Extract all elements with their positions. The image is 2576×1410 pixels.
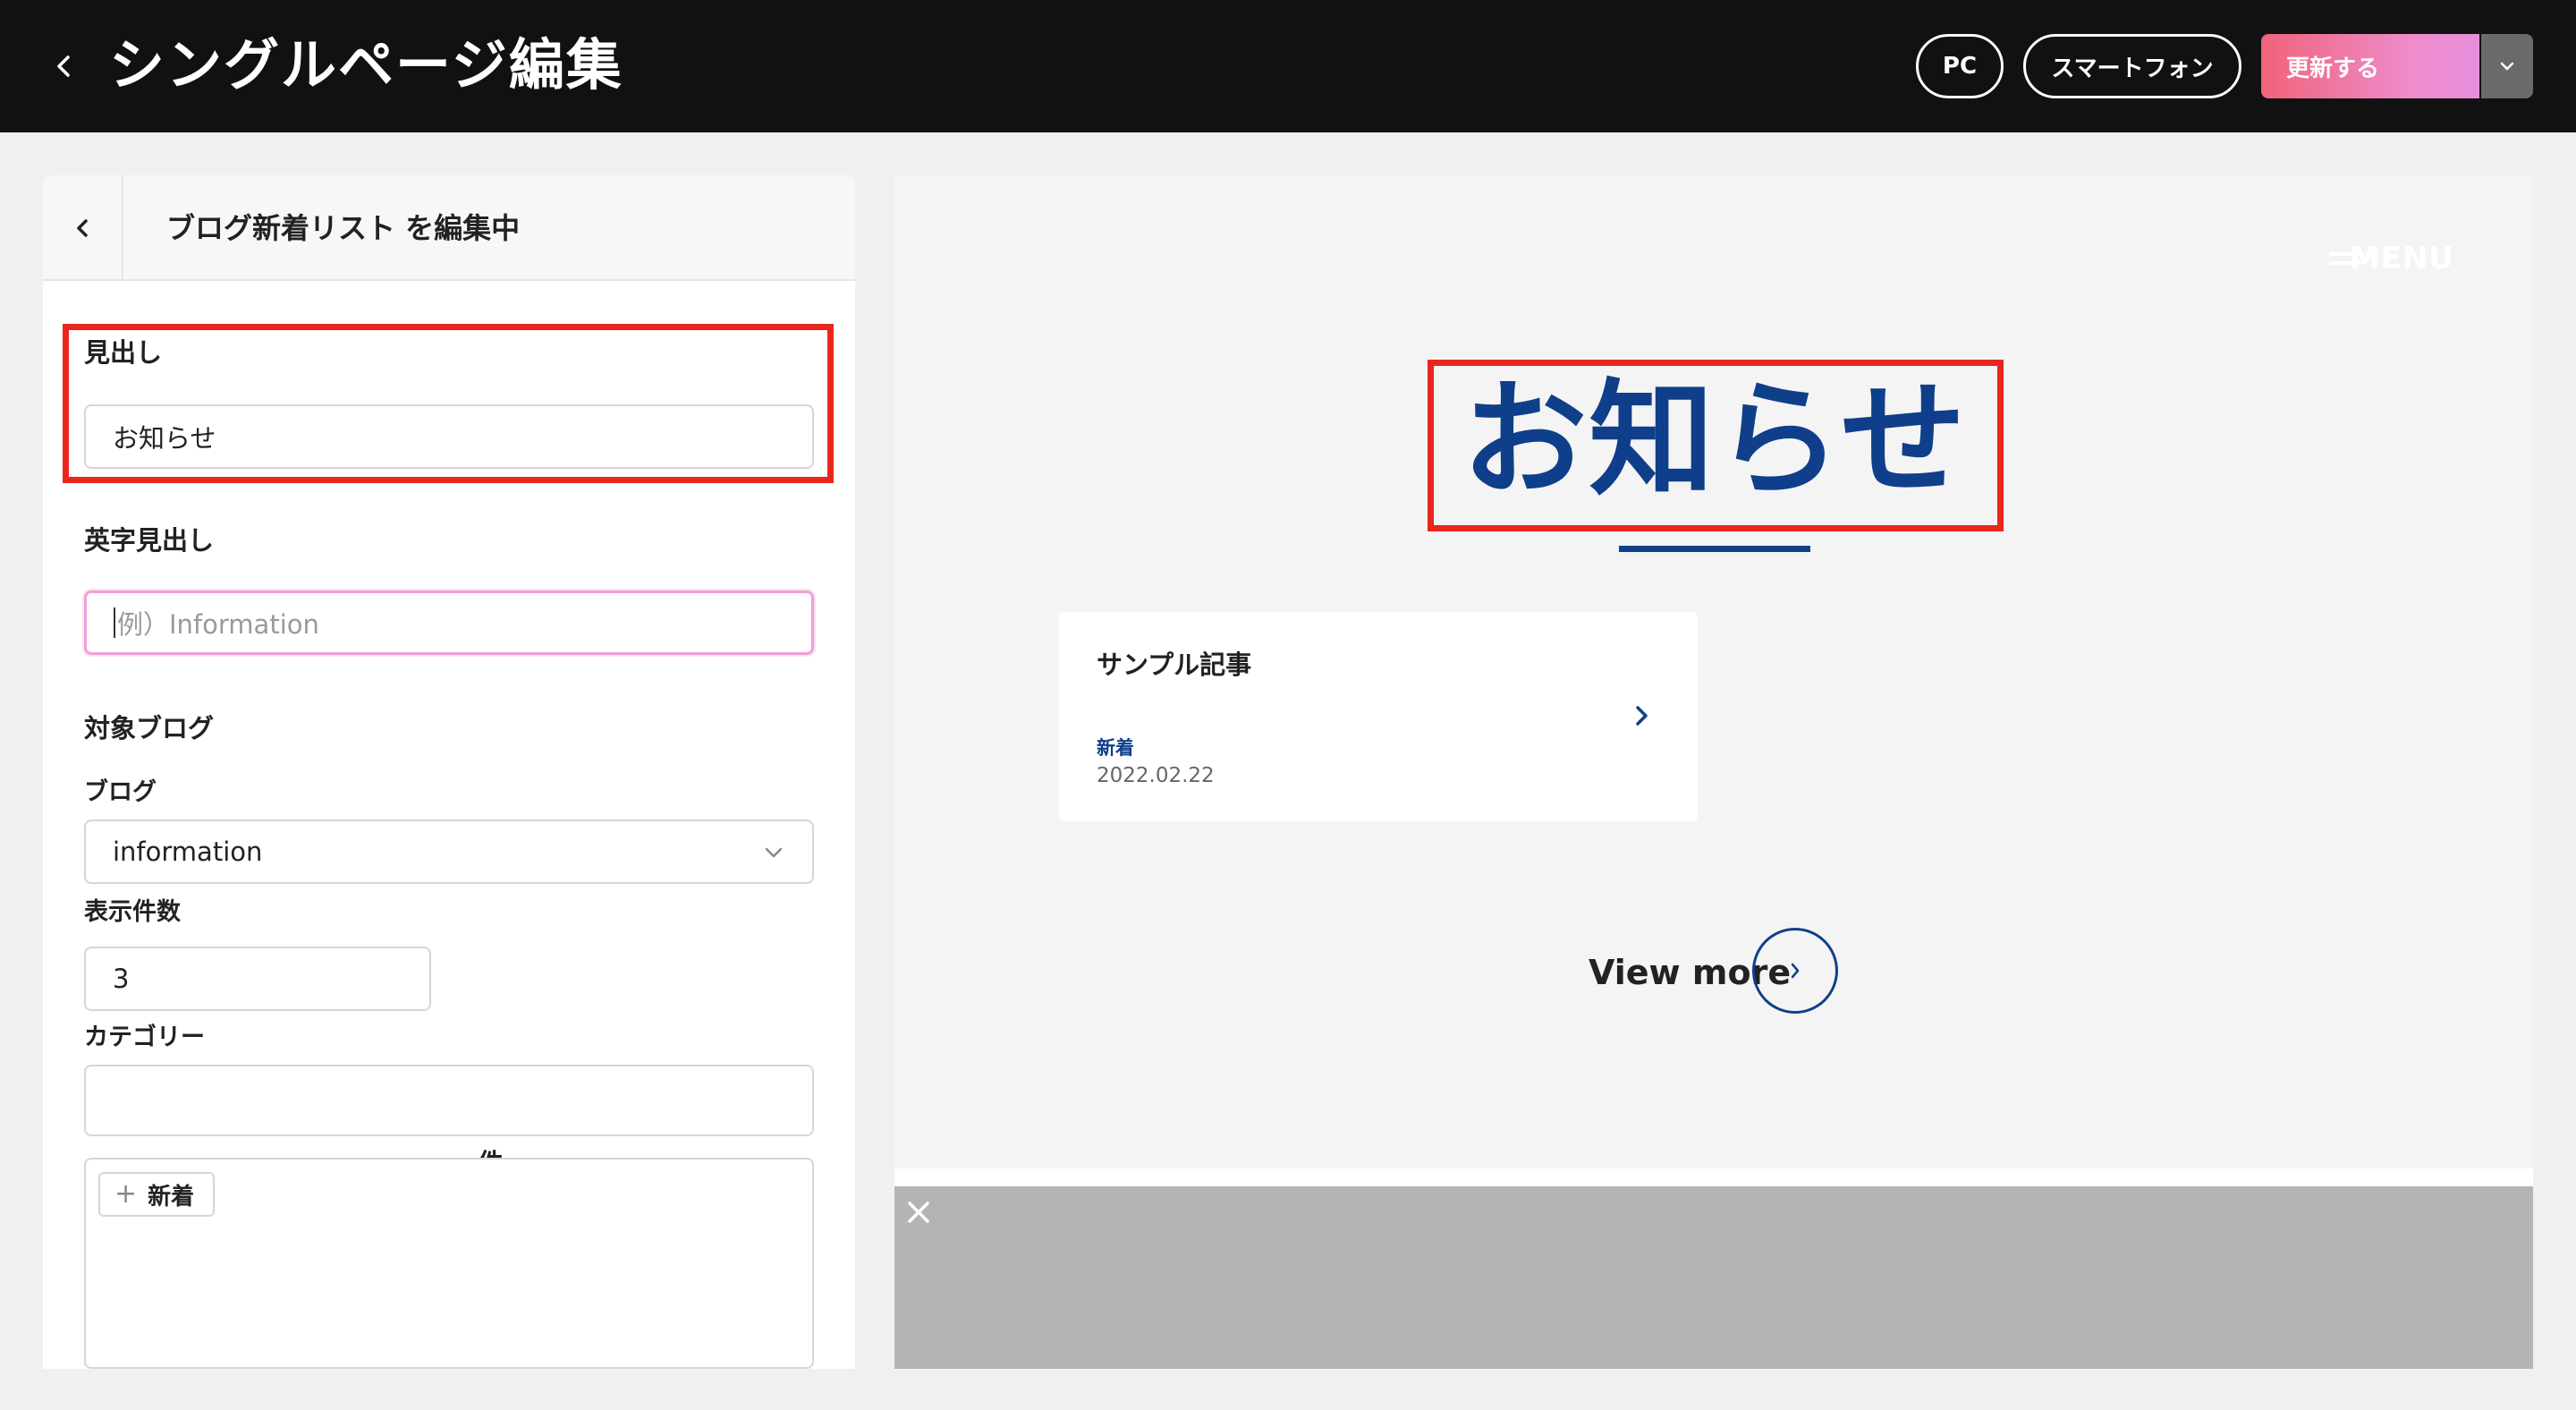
panel-back-button[interactable] [43,175,123,281]
category-add-chip[interactable]: + 新着 [98,1172,215,1217]
back-arrow-icon[interactable] [52,50,73,82]
category-list-box: + 新着 [84,1158,814,1369]
view-pc-button[interactable]: PC [1916,34,2004,98]
article-card-tag: 新着 [1097,737,1134,759]
editor-panel-header: ブログ新着リスト を編集中 [43,175,855,281]
blog-select-value: information [113,837,263,867]
highlight-box-heading [63,324,834,483]
view-more-button[interactable] [1752,928,1838,1014]
preview-divider [894,1168,2533,1186]
category-input[interactable] [84,1065,814,1136]
blog-select[interactable]: information [84,820,814,884]
editor-panel-title: ブログ新着リスト を編集中 [166,211,521,245]
blog-label: ブログ [84,778,157,806]
chevron-down-icon [765,847,783,858]
count-input[interactable]: 3 [84,947,431,1011]
category-chip-label: 新着 [148,1183,195,1210]
bottom-overlay-panel [894,1186,2533,1369]
article-card-date: 2022.02.22 [1097,764,1215,787]
en-heading-label: 英字見出し [84,525,215,556]
count-label: 表示件数 [84,898,181,926]
page-title: シングルページ編集 [109,32,623,98]
article-card-title: サンプル記事 [1097,650,1252,680]
article-card[interactable]: サンプル記事 新着 2022.02.22 [1059,612,1698,821]
update-button[interactable]: 更新する [2261,34,2479,98]
plus-icon: + [114,1178,138,1210]
preview-area: MENU お知らせ サンプル記事 新着 2022.02.22 View more [894,175,2533,1168]
hamburger-icon [2329,251,2363,267]
target-blog-label: 対象ブログ [84,713,215,743]
editor-panel: ブログ新着リスト を編集中 見出し お知らせ 英字見出し 例）Informati… [43,175,855,1369]
chevron-left-icon [77,219,88,237]
text-caret [114,607,115,638]
category-label: カテゴリー [84,1024,205,1051]
menu-label: MENU [2349,241,2454,276]
chevron-right-icon [1791,963,1800,979]
chevron-right-icon [1636,706,1648,726]
close-icon[interactable] [905,1199,932,1226]
update-options-button[interactable] [2481,34,2533,98]
menu-button[interactable]: MENU [2329,238,2454,279]
top-bar: シングルページ編集 PC スマートフォン 更新する [0,0,2576,132]
en-heading-input[interactable]: 例）Information [84,590,814,655]
view-smartphone-button[interactable]: スマートフォン [2023,34,2241,98]
chevron-down-icon [2500,62,2514,71]
heading-underline [1619,546,1810,552]
highlight-box-preview [1428,360,2004,531]
en-heading-placeholder: 例）Information [117,609,319,640]
count-input-value: 3 [113,964,130,994]
